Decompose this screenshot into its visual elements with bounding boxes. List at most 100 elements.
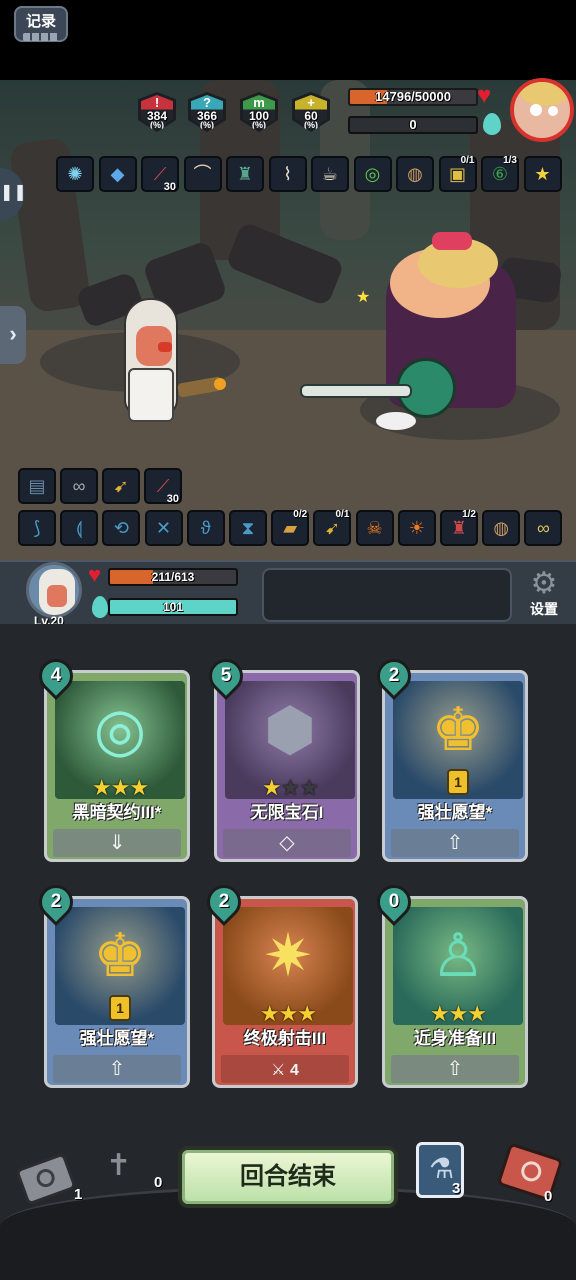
card-level-badge: 1 [109, 995, 131, 1021]
skill-card[interactable]: ✷ ★★★ 终极射击III ⚔ 42 [199, 877, 358, 1088]
buff-progress: 1/3 [503, 155, 517, 166]
card-footer-arrow-icon: ⇓ [108, 832, 126, 854]
enemy-character[interactable]: ★ [300, 228, 530, 434]
expand-panel-arrow-icon[interactable]: › [0, 306, 26, 364]
spiral-icon[interactable]: ◎ [353, 156, 392, 192]
end-turn-button[interactable]: 回合结束 [178, 1146, 398, 1208]
card-art: ♙ ★★★ [393, 907, 523, 1025]
card-cost-value: 0 [388, 891, 400, 912]
card-art: ♚ 1 [393, 681, 523, 799]
bullet-icon[interactable]: ➹ 0/1 [313, 509, 352, 546]
player-character[interactable] [118, 298, 228, 432]
rune-2-icon[interactable]: ⟲ [102, 510, 141, 546]
player-avatar[interactable] [26, 562, 82, 618]
battle-log-button[interactable]: 记录 [14, 6, 68, 42]
card-stars: ★★★ [259, 1001, 317, 1025]
skull-icon[interactable]: ☠ [355, 510, 394, 546]
enemy-hp-bar: 14796/50000 [348, 88, 478, 106]
player-hp-text: 211/613 [151, 570, 195, 584]
player-energy-text: 101 [162, 600, 184, 614]
ammo-icon[interactable]: ▰ 0/2 [271, 509, 310, 546]
card-footer-arrow-icon: ⇧ [446, 832, 464, 854]
discard-pile-count: 0 [544, 1188, 553, 1205]
skill-card[interactable]: ⬢ ★★★ 无限宝石I ◇ 5 [201, 651, 360, 862]
pouch-icon[interactable]: ◍ [482, 510, 521, 546]
card-art-icon: ◎ [93, 696, 147, 763]
draw-pile-count: 1 [74, 1186, 83, 1203]
gear-rune-icon[interactable]: ✺ [56, 156, 94, 192]
card-level-badge: 1 [447, 769, 469, 795]
hat-icon[interactable]: ☀ [397, 510, 436, 546]
slash-icon[interactable]: ⟋ 30 [141, 156, 179, 193]
card-footer: ⇧ [391, 1055, 519, 1083]
heart-icon: ♥ [477, 82, 492, 109]
hit-count-icon: ⚔ [271, 1062, 290, 1079]
bullet-icon[interactable]: ➹ [102, 468, 140, 504]
settings-button[interactable]: ⚙ 设置 [521, 568, 567, 622]
claw-icon[interactable]: ⌒ [183, 156, 222, 192]
enemy-energy-bar: 0 [348, 116, 478, 134]
grip-icon[interactable]: ∞ [60, 468, 98, 504]
grave-icon[interactable]: ✝ [106, 1146, 146, 1190]
buff-count: 30 [166, 493, 179, 505]
card-footer: ⇧ [391, 829, 519, 857]
buff-progress: 0/1 [335, 509, 350, 520]
enemy-energy-text: 0 [409, 117, 417, 132]
crystal-icon[interactable]: ◆ [98, 156, 137, 192]
skill-card[interactable]: ◎ ★★★ 黑暗契约III* ⇓ 4 [31, 651, 190, 862]
card-stars: ★★★ [91, 775, 149, 799]
card-art: ♚ 1 [55, 907, 185, 1025]
player-status-bar: Lv.20 ♥ 211/613 101 !52(%)?27(%)m93(%)+0… [0, 560, 576, 1174]
card-art: ⬢ ★★★ [225, 681, 355, 799]
card-art-icon: ✷ [262, 922, 314, 989]
box-icon[interactable]: ▣ 0/1 [438, 155, 477, 192]
log-bars-icon [23, 33, 59, 41]
slash-icon[interactable]: ⟋ 30 [144, 468, 182, 505]
tower-icon[interactable]: ♜ [226, 156, 264, 192]
card-art-icon: ♙ [431, 922, 485, 989]
ball-icon[interactable]: ⑥ 1/3 [481, 155, 519, 192]
rune-4-icon[interactable]: ⧗ [229, 510, 267, 546]
buff-progress: 0/1 [460, 155, 475, 166]
teacup-icon[interactable]: ☕ [311, 156, 349, 192]
card-name: 终极射击III [221, 1025, 349, 1053]
stat-glyph-icon: ? [203, 95, 211, 110]
book-icon[interactable]: ▤ [18, 468, 56, 504]
card-name: 强壮愿望* [391, 799, 519, 827]
card-art-icon: ⬢ [263, 696, 317, 763]
scroll-icon[interactable]: ⌇ [268, 156, 307, 192]
card-cost-value: 2 [388, 665, 400, 686]
skill-card[interactable]: ♚ 1 强壮愿望* ⇧ 2 [369, 651, 528, 862]
pouch-icon[interactable]: ◍ [396, 156, 434, 192]
card-footer: ⇧ [53, 1055, 181, 1083]
enemy-avatar[interactable] [510, 78, 574, 142]
card-footer: ⇓ [53, 829, 181, 857]
glasses-icon[interactable]: ∞ [524, 510, 563, 546]
potion-flask-icon: ⚗ [429, 1153, 455, 1184]
stat-glyph-icon: m [253, 95, 265, 110]
crossed-icon[interactable]: ✕ [144, 510, 183, 546]
stat-glyph-icon: ! [154, 95, 160, 110]
card-art: ✷ ★★★ [223, 907, 353, 1025]
rune-3-icon[interactable]: ϑ [186, 510, 225, 546]
star-icon[interactable]: ★ [523, 156, 562, 192]
card-cost-value: 2 [50, 891, 62, 912]
card-art-icon: ♚ [431, 696, 485, 763]
rune-1-icon[interactable]: ⟆ [18, 510, 56, 546]
player-stats-panel [262, 568, 512, 622]
buff-progress: 1/2 [462, 509, 476, 520]
player-hp-bar: 211/613 [108, 568, 238, 586]
card-art: ◎ ★★★ [55, 681, 185, 799]
bow-icon[interactable]: ⟬ [60, 510, 99, 546]
card-stars: ★★★ [261, 775, 319, 799]
potion-count: 3 [452, 1180, 461, 1197]
skill-card[interactable]: ♚ 1 强壮愿望* ⇧ 2 [31, 877, 190, 1088]
skill-card[interactable]: ♙ ★★★ 近身准备III ⇧ 0 [369, 877, 528, 1088]
card-stars: ★★★ [429, 1001, 487, 1025]
battle-log-label: 记录 [25, 13, 56, 30]
hit-count: 4 [289, 1062, 299, 1079]
card-cost-value: 5 [220, 665, 232, 686]
tower-icon[interactable]: ♜ 1/2 [440, 509, 478, 546]
stat-glyph-icon: + [307, 95, 315, 110]
card-footer-arrow-icon: ⇧ [446, 1058, 464, 1080]
